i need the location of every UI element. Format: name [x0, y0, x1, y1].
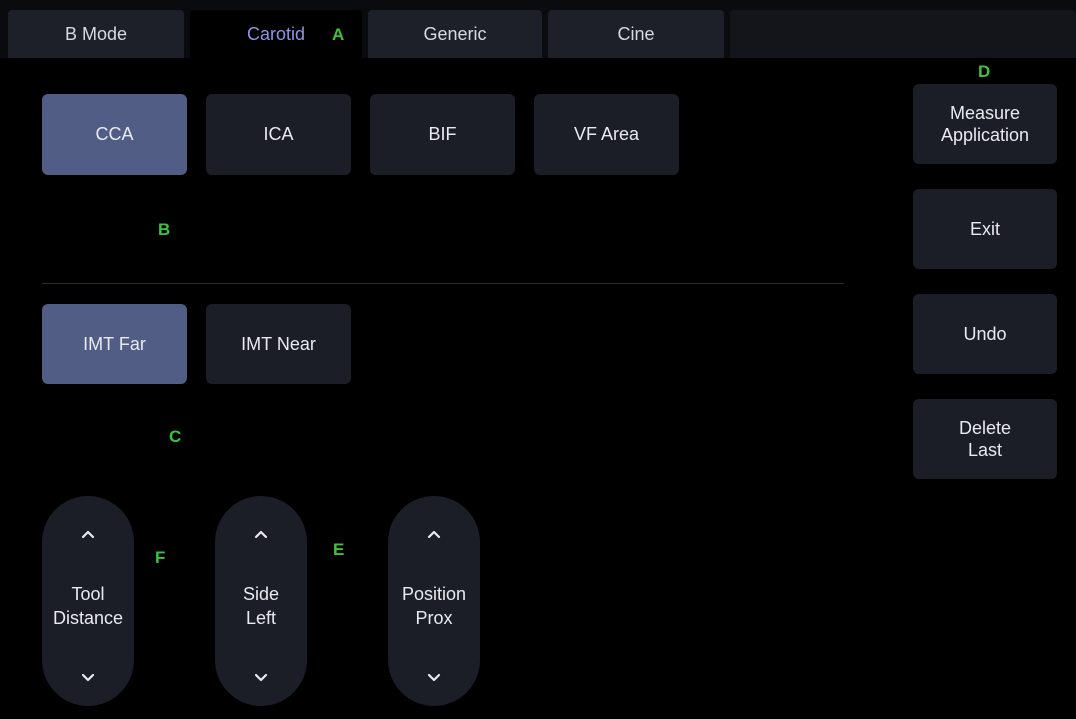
stepper-line2: Left: [245, 608, 277, 628]
tool-distance-stepper[interactable]: Tool Distance: [42, 496, 134, 706]
chevron-down-icon[interactable]: [388, 658, 480, 698]
marker-d: D: [978, 62, 991, 81]
side-left-stepper[interactable]: Side Left: [215, 496, 307, 706]
position-prox-stepper[interactable]: Position Prox: [388, 496, 480, 706]
delete-last-button[interactable]: Delete Last: [913, 399, 1057, 479]
chevron-down-icon[interactable]: [42, 658, 134, 698]
marker-c: C: [169, 427, 182, 446]
ica-button[interactable]: ICA: [206, 94, 351, 175]
chevron-up-icon[interactable]: [215, 514, 307, 554]
side-left-label: Side Left: [215, 582, 307, 630]
exit-button[interactable]: Exit: [913, 189, 1057, 269]
chevron-up-icon[interactable]: [42, 514, 134, 554]
position-prox-label: Position Prox: [388, 582, 480, 630]
stepper-line1: Tool: [71, 584, 105, 604]
bif-button[interactable]: BIF: [370, 94, 515, 175]
stepper-line1: Position: [401, 584, 467, 604]
undo-button[interactable]: Undo: [913, 294, 1057, 374]
imt-far-button[interactable]: IMT Far: [42, 304, 187, 384]
chevron-down-icon[interactable]: [215, 658, 307, 698]
section-divider: [42, 283, 844, 284]
vf-area-button[interactable]: VF Area: [534, 94, 679, 175]
marker-e: E: [333, 540, 345, 559]
tab-b-mode[interactable]: B Mode: [8, 10, 184, 58]
marker-b: B: [158, 220, 171, 239]
marker-a: A: [332, 25, 345, 44]
imt-near-button[interactable]: IMT Near: [206, 304, 351, 384]
tab-carotid-label: Carotid: [246, 23, 306, 44]
tab-cine[interactable]: Cine: [548, 10, 724, 58]
tab-bar: B Mode Carotid Generic Cine: [0, 0, 1076, 58]
cca-button[interactable]: CCA: [42, 94, 187, 175]
stepper-line2: Prox: [415, 608, 453, 628]
tab-generic[interactable]: Generic: [368, 10, 542, 58]
chevron-up-icon[interactable]: [388, 514, 480, 554]
tool-distance-label: Tool Distance: [42, 582, 134, 630]
measure-application-button[interactable]: Measure Application: [913, 84, 1057, 164]
stepper-line1: Side: [242, 584, 280, 604]
stepper-line2: Distance: [52, 608, 124, 628]
tab-bar-empty-space: [730, 10, 1076, 58]
marker-f: F: [155, 548, 166, 567]
